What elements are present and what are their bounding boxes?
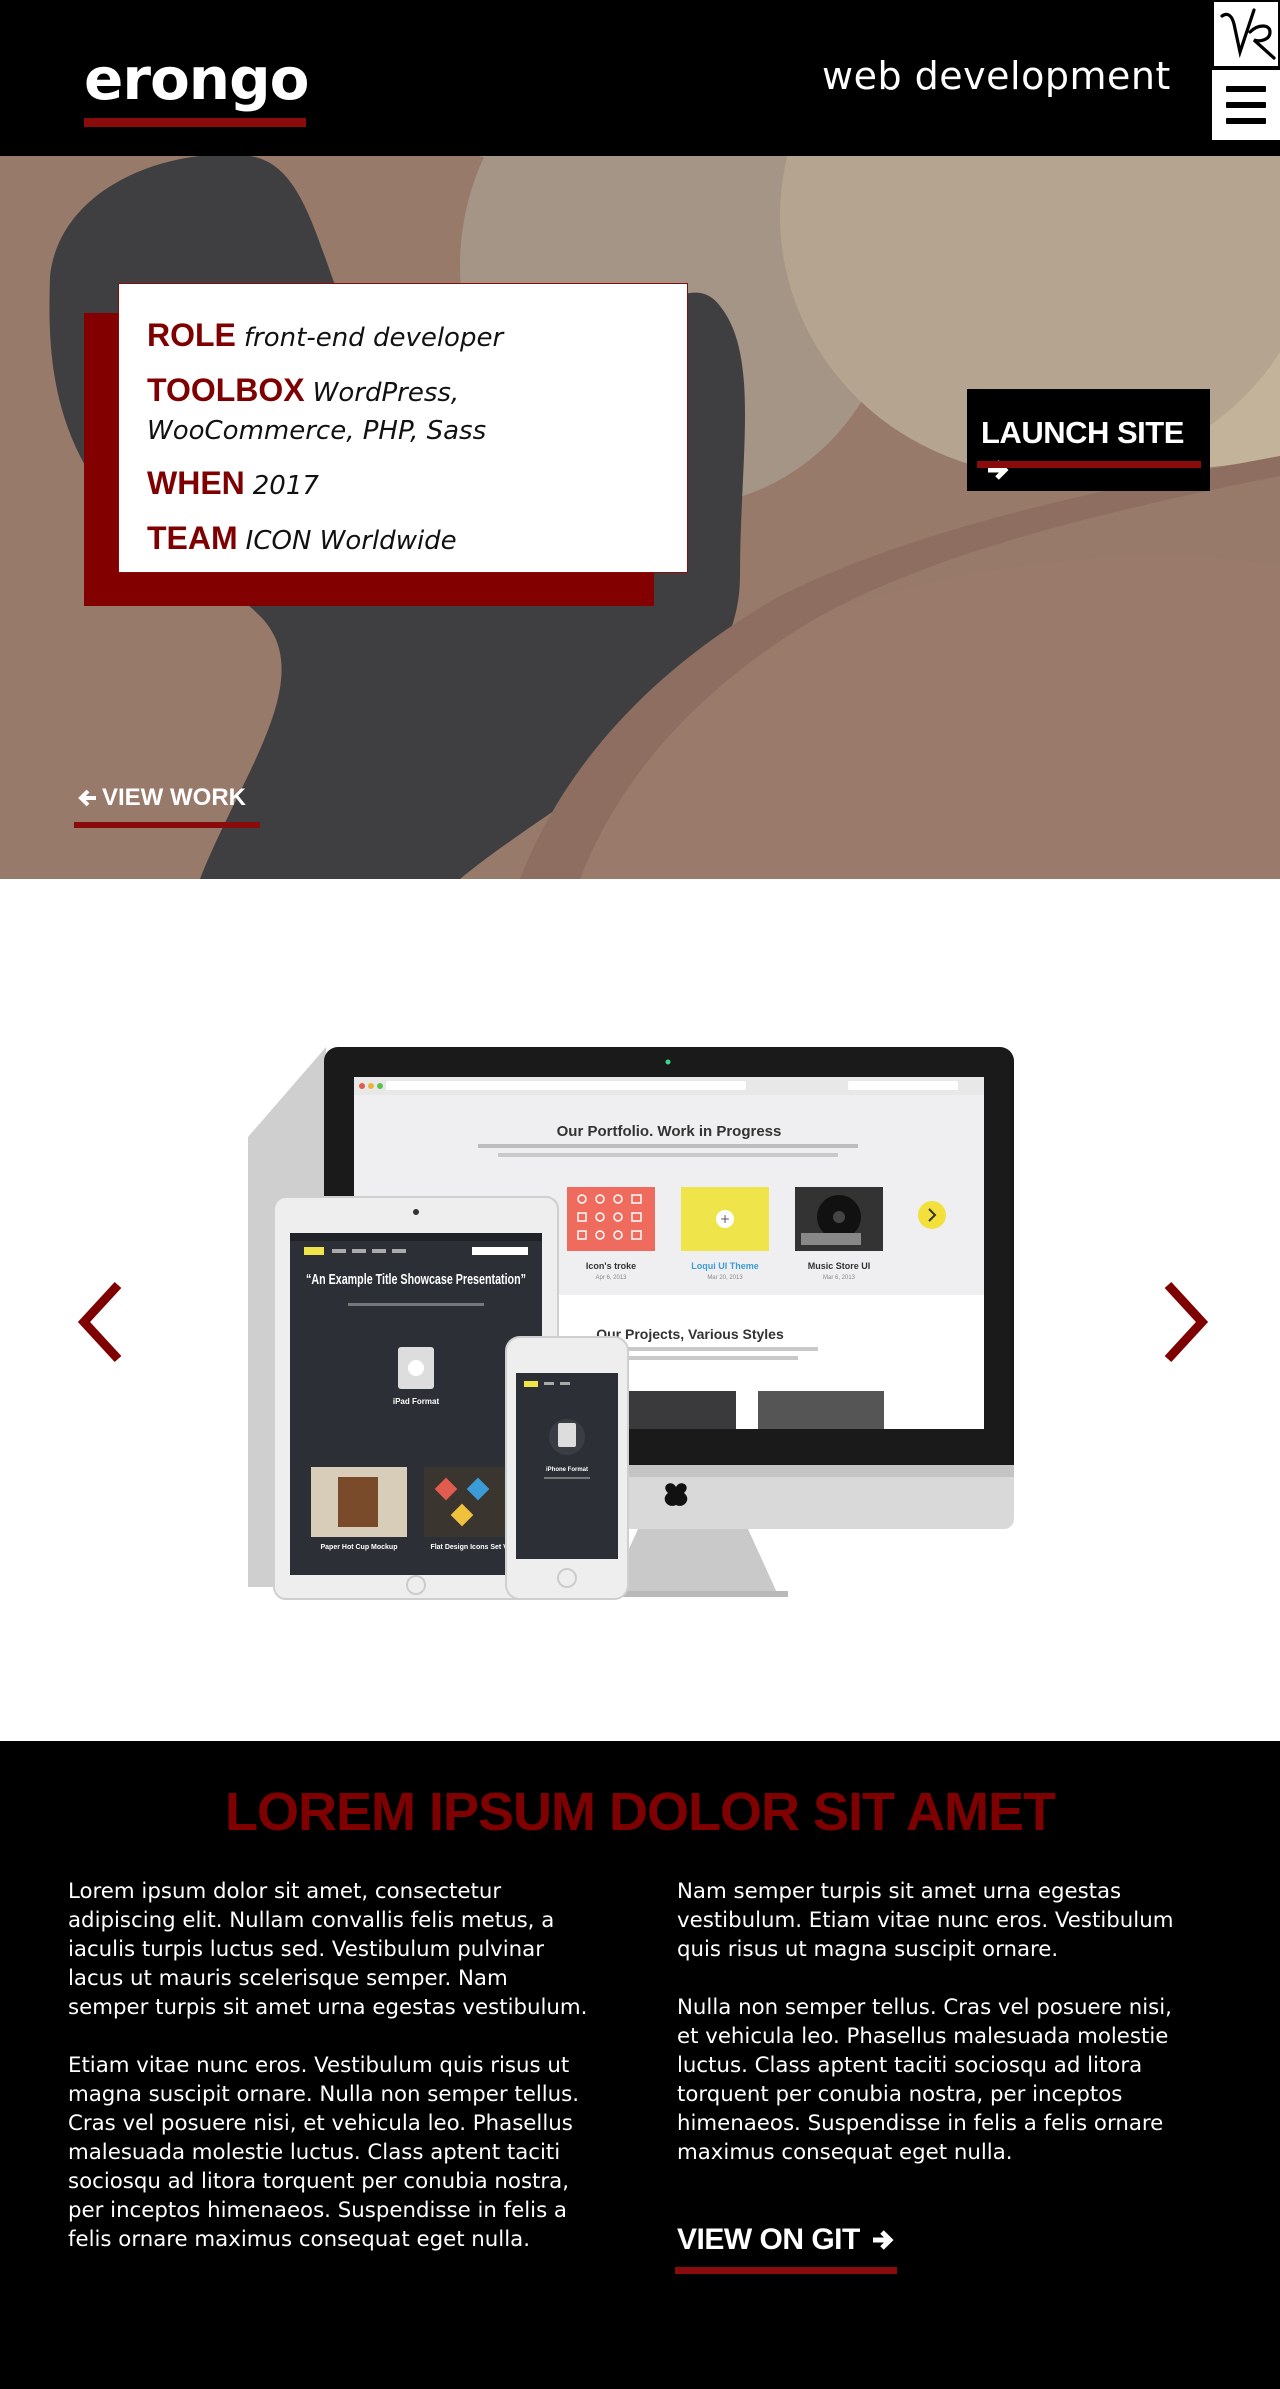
info-value: front-end developer bbox=[243, 323, 504, 353]
view-work-text: VIEW WORK bbox=[102, 784, 246, 811]
info-row-role: ROLE front-end developer bbox=[147, 316, 659, 357]
device-mockup: Our Portfolio. Work in Progress + Icon's… bbox=[248, 1047, 1018, 1607]
chevron-right-icon[interactable] bbox=[1158, 1279, 1214, 1365]
chevron-left-icon[interactable] bbox=[72, 1279, 128, 1365]
view-on-git-label: VIEW ON GIT bbox=[677, 2223, 896, 2261]
view-work-label: VIEW WORK bbox=[78, 784, 246, 815]
launch-site-label: LAUNCH SITE bbox=[981, 415, 1210, 491]
mockup-tablet-title: “An Example Title Showcase Presentation” bbox=[306, 1271, 526, 1288]
about-section: LOREM IPSUM DOLOR SIT AMET Lorem ipsum d… bbox=[0, 1741, 1280, 2389]
hero-section: ROLE front-end developer TOOLBOX WordPress… bbox=[0, 156, 1280, 879]
mockup-card-date: Mar 20, 2013 bbox=[707, 1275, 743, 1281]
view-on-git-text: VIEW ON GIT bbox=[677, 2223, 860, 2256]
site-tagline: web development bbox=[822, 54, 1171, 98]
info-key: ROLE bbox=[147, 317, 236, 353]
site-logo[interactable]: erongo bbox=[84, 44, 309, 114]
about-title: LOREM IPSUM DOLOR SIT AMET bbox=[225, 1782, 1056, 1842]
about-paragraph: Nam semper turpis sit amet urna egestas … bbox=[677, 1879, 1174, 1962]
logo-underline bbox=[84, 118, 306, 127]
launch-site-underline bbox=[977, 461, 1201, 468]
view-on-git-underline bbox=[675, 2267, 897, 2274]
mockup-card-date: Apr 6, 2013 bbox=[595, 1275, 627, 1281]
mockup-tablet-card: Paper Hot Cup Mockup bbox=[320, 1544, 397, 1551]
info-row-team: TEAM ICON Worldwide bbox=[147, 519, 659, 560]
info-key: TOOLBOX bbox=[147, 372, 305, 408]
about-left-column: Lorem ipsum dolor sit amet, consectetur … bbox=[68, 1877, 588, 2283]
launch-site-button[interactable]: LAUNCH SITE bbox=[967, 389, 1210, 491]
info-value: ICON Worldwide bbox=[245, 526, 457, 556]
arrow-left-icon bbox=[78, 787, 98, 815]
mockup-card-name: Loqui UI Theme bbox=[691, 1261, 759, 1271]
about-paragraph: Etiam vitae nunc eros. Vestibulum quis r… bbox=[68, 2053, 580, 2252]
mockup-tablet-card: Flat Design Icons Set Vol bbox=[430, 1544, 513, 1551]
menu-bar bbox=[1226, 118, 1266, 124]
mockup-phone-item: iPhone Format bbox=[546, 1467, 588, 1473]
info-key: WHEN bbox=[147, 465, 245, 501]
menu-bar bbox=[1226, 86, 1266, 92]
info-row-toolbox: TOOLBOX WordPress, WooCommerce, PHP, Sass bbox=[147, 371, 659, 450]
launch-site-text: LAUNCH SITE bbox=[981, 415, 1184, 450]
device-mockup-graphic: Our Portfolio. Work in Progress + Icon's… bbox=[248, 1047, 1014, 1600]
site-header: erongo web development bbox=[0, 0, 1280, 156]
info-row-when: WHEN 2017 bbox=[147, 464, 659, 505]
gallery-section: Our Portfolio. Work in Progress + Icon's… bbox=[0, 879, 1280, 1741]
about-right-column: Nam semper turpis sit amet urna egestas … bbox=[677, 1877, 1197, 2196]
svg-text:+: + bbox=[720, 1212, 730, 1226]
view-work-link[interactable]: VIEW WORK bbox=[74, 782, 264, 832]
mockup-tablet-item: iPad Format bbox=[393, 1397, 440, 1406]
mockup-card-name: Music Store UI bbox=[808, 1261, 871, 1271]
info-key: TEAM bbox=[147, 520, 238, 556]
mockup-card-name: Icon's troke bbox=[586, 1261, 636, 1271]
hamburger-menu-icon[interactable] bbox=[1212, 70, 1280, 140]
mockup-desktop-title: Our Portfolio. Work in Progress bbox=[557, 1123, 782, 1140]
brand-mark-icon[interactable] bbox=[1212, 0, 1280, 68]
mockup-card-date: Mar 6, 2013 bbox=[823, 1275, 856, 1281]
info-value: 2017 bbox=[252, 471, 319, 501]
view-on-git-button[interactable]: VIEW ON GIT bbox=[675, 2223, 901, 2279]
view-work-underline bbox=[74, 822, 260, 828]
mockup-section-title: Our Projects, Various Styles bbox=[596, 1326, 784, 1342]
about-paragraph: Nulla non semper tellus. Cras vel posuer… bbox=[677, 1995, 1172, 2165]
about-paragraph: Lorem ipsum dolor sit amet, consectetur … bbox=[68, 1879, 588, 2020]
menu-bar bbox=[1226, 102, 1266, 108]
project-info-card: ROLE front-end developer TOOLBOX WordPress… bbox=[118, 283, 688, 573]
arrow-right-icon bbox=[870, 2227, 896, 2261]
